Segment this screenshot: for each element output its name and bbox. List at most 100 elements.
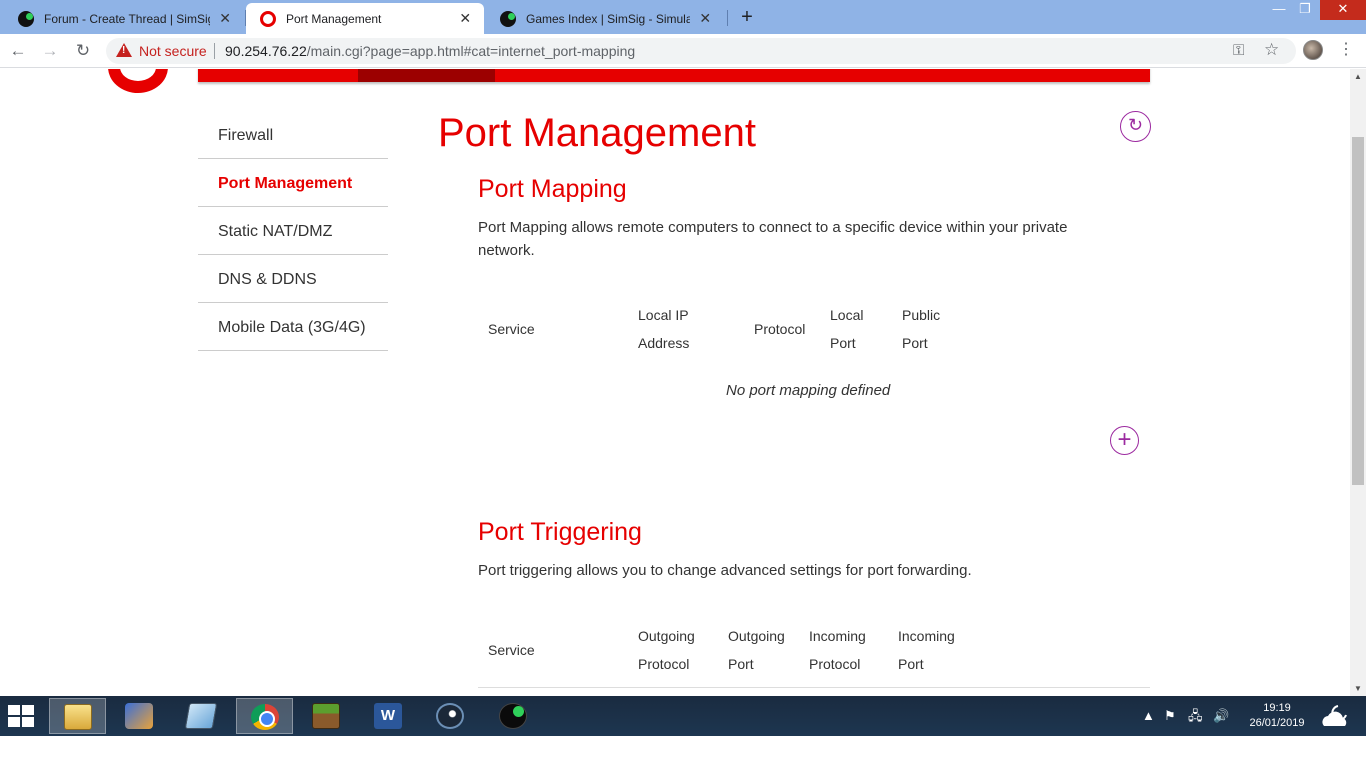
column-header-text: Port bbox=[898, 656, 924, 672]
taskbar-word[interactable]: W bbox=[360, 698, 417, 734]
simsig-icon bbox=[500, 10, 516, 27]
scroll-down-icon[interactable]: ▼ bbox=[1352, 684, 1364, 693]
vodafone-logo bbox=[108, 69, 168, 93]
port-triggering-heading: Port Triggering bbox=[478, 518, 642, 546]
column-header-text: Incoming bbox=[809, 628, 866, 644]
vodafone-icon bbox=[260, 10, 276, 27]
column-header-outgoing-port: Outgoing Port bbox=[728, 622, 785, 678]
column-header-text: Port bbox=[830, 335, 856, 351]
table-divider bbox=[478, 687, 1150, 688]
security-label[interactable]: Not secure bbox=[139, 43, 207, 59]
tab-title: Forum - Create Thread | SimSig - bbox=[44, 11, 211, 26]
add-port-mapping-button[interactable]: + bbox=[1110, 426, 1139, 455]
sidebar-item-port-management[interactable]: Port Management bbox=[198, 159, 388, 207]
column-header-incoming-port: Incoming Port bbox=[898, 622, 955, 678]
column-header-public-port: Public Port bbox=[902, 301, 940, 357]
tab-forum[interactable]: Forum - Create Thread | SimSig - ✕ bbox=[4, 3, 244, 34]
simsig-icon bbox=[499, 703, 527, 729]
empty-table-message: No port mapping defined bbox=[726, 382, 891, 399]
key-icon[interactable]: ⚿ bbox=[1233, 42, 1244, 59]
url-text[interactable]: 90.254.76.22/main.cgi?page=app.html#cat=… bbox=[225, 43, 635, 59]
column-header-outgoing-protocol: Outgoing Protocol bbox=[638, 622, 695, 678]
url-path: /main.cgi?page=app.html#cat=internet_por… bbox=[306, 43, 636, 59]
address-bar[interactable]: Not secure 90.254.76.22/main.cgi?page=ap… bbox=[106, 38, 1296, 64]
reload-icon[interactable]: ↻ bbox=[72, 40, 94, 62]
new-tab-button[interactable]: + bbox=[737, 6, 757, 29]
refresh-icon[interactable]: ↻ bbox=[1120, 111, 1151, 142]
url-host: 90.254.76.22 bbox=[225, 43, 307, 59]
restore-icon[interactable]: ❐ bbox=[1288, 0, 1322, 20]
minecraft-icon bbox=[312, 703, 340, 729]
scroll-up-icon[interactable]: ▲ bbox=[1352, 72, 1364, 81]
column-header-text: Address bbox=[638, 335, 690, 351]
close-tab-icon[interactable]: ✕ bbox=[456, 10, 474, 27]
close-tab-icon[interactable]: ✕ bbox=[216, 10, 234, 27]
port-triggering-description: Port triggering allows you to change adv… bbox=[478, 562, 972, 579]
steam-icon bbox=[436, 703, 464, 729]
chrome-icon bbox=[251, 704, 279, 730]
column-header-service: Service bbox=[488, 636, 535, 664]
column-header-text: Local IP bbox=[638, 307, 689, 323]
taskbar-chrome[interactable] bbox=[236, 698, 293, 734]
column-header-text: Public bbox=[902, 307, 941, 323]
column-header-text: Protocol bbox=[754, 321, 806, 337]
column-header-text: Protocol bbox=[809, 656, 861, 672]
clock-time: 19:19 bbox=[1263, 702, 1291, 714]
clock-date: 26/01/2019 bbox=[1249, 717, 1305, 729]
column-header-text: Outgoing bbox=[638, 628, 695, 644]
windows-start-icon[interactable] bbox=[8, 705, 35, 727]
taskbar-file-explorer[interactable] bbox=[49, 698, 106, 734]
desktop-below-taskbar bbox=[0, 736, 1366, 768]
tab-port-management[interactable]: Port Management ✕ bbox=[246, 3, 484, 34]
action-flag-icon[interactable]: ⚑ bbox=[1164, 696, 1176, 736]
column-header-text: Service bbox=[488, 642, 535, 658]
taskbar-simsig[interactable] bbox=[485, 698, 542, 734]
top-nav-selected-item[interactable] bbox=[358, 69, 495, 82]
column-header-incoming-protocol: Incoming Protocol bbox=[809, 622, 866, 678]
profile-avatar[interactable] bbox=[1303, 40, 1323, 60]
volume-icon[interactable]: 🔊 bbox=[1213, 696, 1229, 736]
taskbar-steam[interactable] bbox=[422, 698, 479, 734]
system-clock[interactable]: 19:19 26/01/2019 bbox=[1242, 701, 1312, 731]
word-icon: W bbox=[374, 703, 402, 729]
back-icon[interactable]: ← bbox=[7, 40, 29, 62]
url-divider bbox=[214, 43, 215, 59]
sidebar: Firewall Port Management Static NAT/DMZ … bbox=[198, 111, 388, 351]
taskbar: W ▲ ⚑ 🖧 🔊 19:19 26/01/2019 bbox=[0, 696, 1366, 736]
page-title: Port Management bbox=[438, 111, 756, 155]
menu-dots-icon[interactable]: ⋮ bbox=[1338, 40, 1354, 60]
taskbar-minecraft[interactable] bbox=[298, 698, 355, 734]
scrollbar-thumb[interactable] bbox=[1352, 137, 1364, 485]
sidebar-item-dns-ddns[interactable]: DNS & DDNS bbox=[198, 255, 388, 303]
sidebar-item-mobile-data[interactable]: Mobile Data (3G/4G) bbox=[198, 303, 388, 351]
forward-icon[interactable]: → bbox=[39, 40, 61, 62]
tab-strip: Forum - Create Thread | SimSig - ✕ Port … bbox=[0, 0, 1366, 34]
tab-divider bbox=[727, 10, 728, 26]
tab-title: Port Management bbox=[286, 11, 382, 26]
column-header-text: Port bbox=[902, 335, 928, 351]
simsig-icon bbox=[18, 10, 34, 27]
close-tab-icon[interactable]: ✕ bbox=[696, 10, 714, 27]
close-window-icon[interactable]: ✕ bbox=[1320, 0, 1366, 20]
column-header-protocol: Protocol bbox=[754, 315, 805, 343]
column-header-text: Port bbox=[728, 656, 754, 672]
network-icon[interactable]: 🖧 bbox=[1188, 696, 1203, 736]
taskbar-app-3[interactable] bbox=[173, 698, 230, 734]
app-icon bbox=[125, 703, 153, 729]
taskbar-app-2[interactable] bbox=[111, 698, 168, 734]
sidebar-item-firewall[interactable]: Firewall bbox=[198, 111, 388, 159]
sidebar-item-static-nat-dmz[interactable]: Static NAT/DMZ bbox=[198, 207, 388, 255]
tab-games-index[interactable]: Games Index | SimSig - Simulator ✕ bbox=[486, 3, 724, 34]
browser-toolbar: ← → ↻ Not secure 90.254.76.22/main.cgi?p… bbox=[0, 34, 1366, 68]
weather-icon[interactable] bbox=[1318, 702, 1354, 730]
column-header-text: Protocol bbox=[638, 656, 690, 672]
column-header-text: Service bbox=[488, 321, 535, 337]
top-navigation-bar[interactable] bbox=[198, 69, 1150, 82]
tab-title: Games Index | SimSig - Simulator bbox=[526, 11, 691, 26]
page-viewport: Firewall Port Management Static NAT/DMZ … bbox=[0, 69, 1350, 696]
star-icon[interactable]: ☆ bbox=[1264, 40, 1279, 60]
show-hidden-icons-icon[interactable]: ▲ bbox=[1142, 696, 1155, 736]
app-icon bbox=[184, 703, 218, 729]
folder-icon bbox=[64, 704, 92, 730]
column-header-text: Local bbox=[830, 307, 864, 323]
